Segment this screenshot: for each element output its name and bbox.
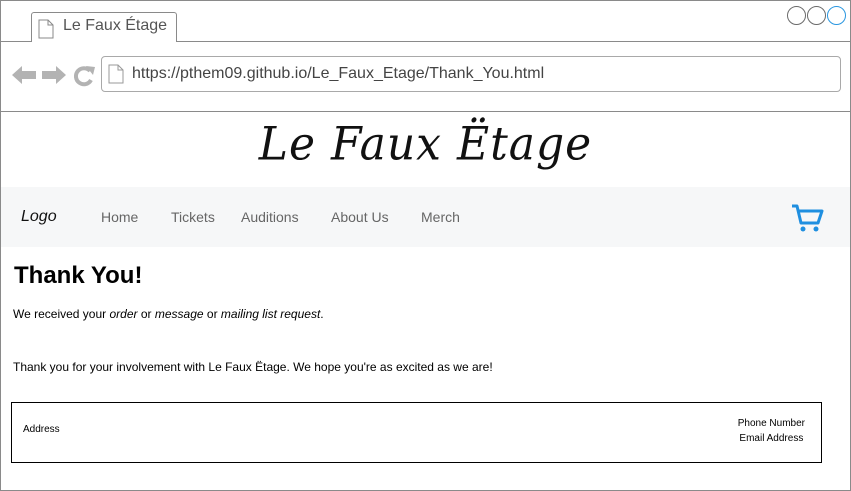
message-text: message: [154, 307, 204, 321]
browser-window: Le Faux Étage https://pthem09.github.io/…: [0, 0, 851, 491]
reload-icon[interactable]: [72, 65, 96, 92]
received-prefix: We received your: [13, 307, 110, 321]
page-icon: [108, 64, 124, 89]
close-button[interactable]: [827, 6, 846, 25]
page-heading: Thank You!: [14, 262, 143, 289]
mailing-text: mailing list request: [220, 307, 321, 321]
or-text: or: [137, 307, 155, 321]
footer-address: Address: [23, 424, 60, 435]
footer-phone: Phone Number: [737, 418, 805, 429]
or-text: or: [203, 307, 221, 321]
order-text: order: [109, 307, 138, 321]
received-message: We received your order or message or mai…: [13, 307, 324, 321]
site-brand: Le Faux Ëtage: [1, 112, 850, 187]
window-controls: [787, 6, 846, 25]
browser-tab[interactable]: Le Faux Étage: [31, 12, 177, 42]
footer: Address Phone Number Email Address: [11, 402, 822, 463]
nav-logo[interactable]: Logo: [21, 208, 57, 226]
forward-arrow-icon[interactable]: [41, 65, 67, 90]
url-bar[interactable]: https://pthem09.github.io/Le_Faux_Etage/…: [101, 56, 841, 92]
thanks-message: Thank you for your involvement with Le F…: [13, 360, 493, 374]
nav-item-about-us[interactable]: About Us: [331, 209, 389, 225]
nav-item-merch[interactable]: Merch: [421, 209, 460, 225]
brand-title: Le Faux Ëtage: [258, 117, 593, 172]
nav-item-auditions[interactable]: Auditions: [241, 209, 299, 225]
tab-title: Le Faux Étage: [63, 17, 168, 34]
minimize-button[interactable]: [787, 6, 806, 25]
nav-item-home[interactable]: Home: [101, 209, 138, 225]
period-text: .: [320, 307, 324, 321]
footer-contact: Phone Number Email Address: [738, 416, 805, 446]
url-text: https://pthem09.github.io/Le_Faux_Etage/…: [132, 65, 545, 82]
back-arrow-icon[interactable]: [11, 65, 37, 90]
address-row: https://pthem09.github.io/Le_Faux_Etage/…: [1, 42, 850, 112]
cart-icon[interactable]: [790, 203, 824, 238]
tab-strip: Le Faux Étage: [1, 1, 850, 42]
footer-email: Email Address: [739, 433, 804, 444]
nav-item-tickets[interactable]: Tickets: [171, 209, 215, 225]
site-navbar: Logo Home Tickets Auditions About Us Mer…: [1, 187, 850, 247]
maximize-button[interactable]: [807, 6, 826, 25]
page-icon: [38, 19, 54, 44]
